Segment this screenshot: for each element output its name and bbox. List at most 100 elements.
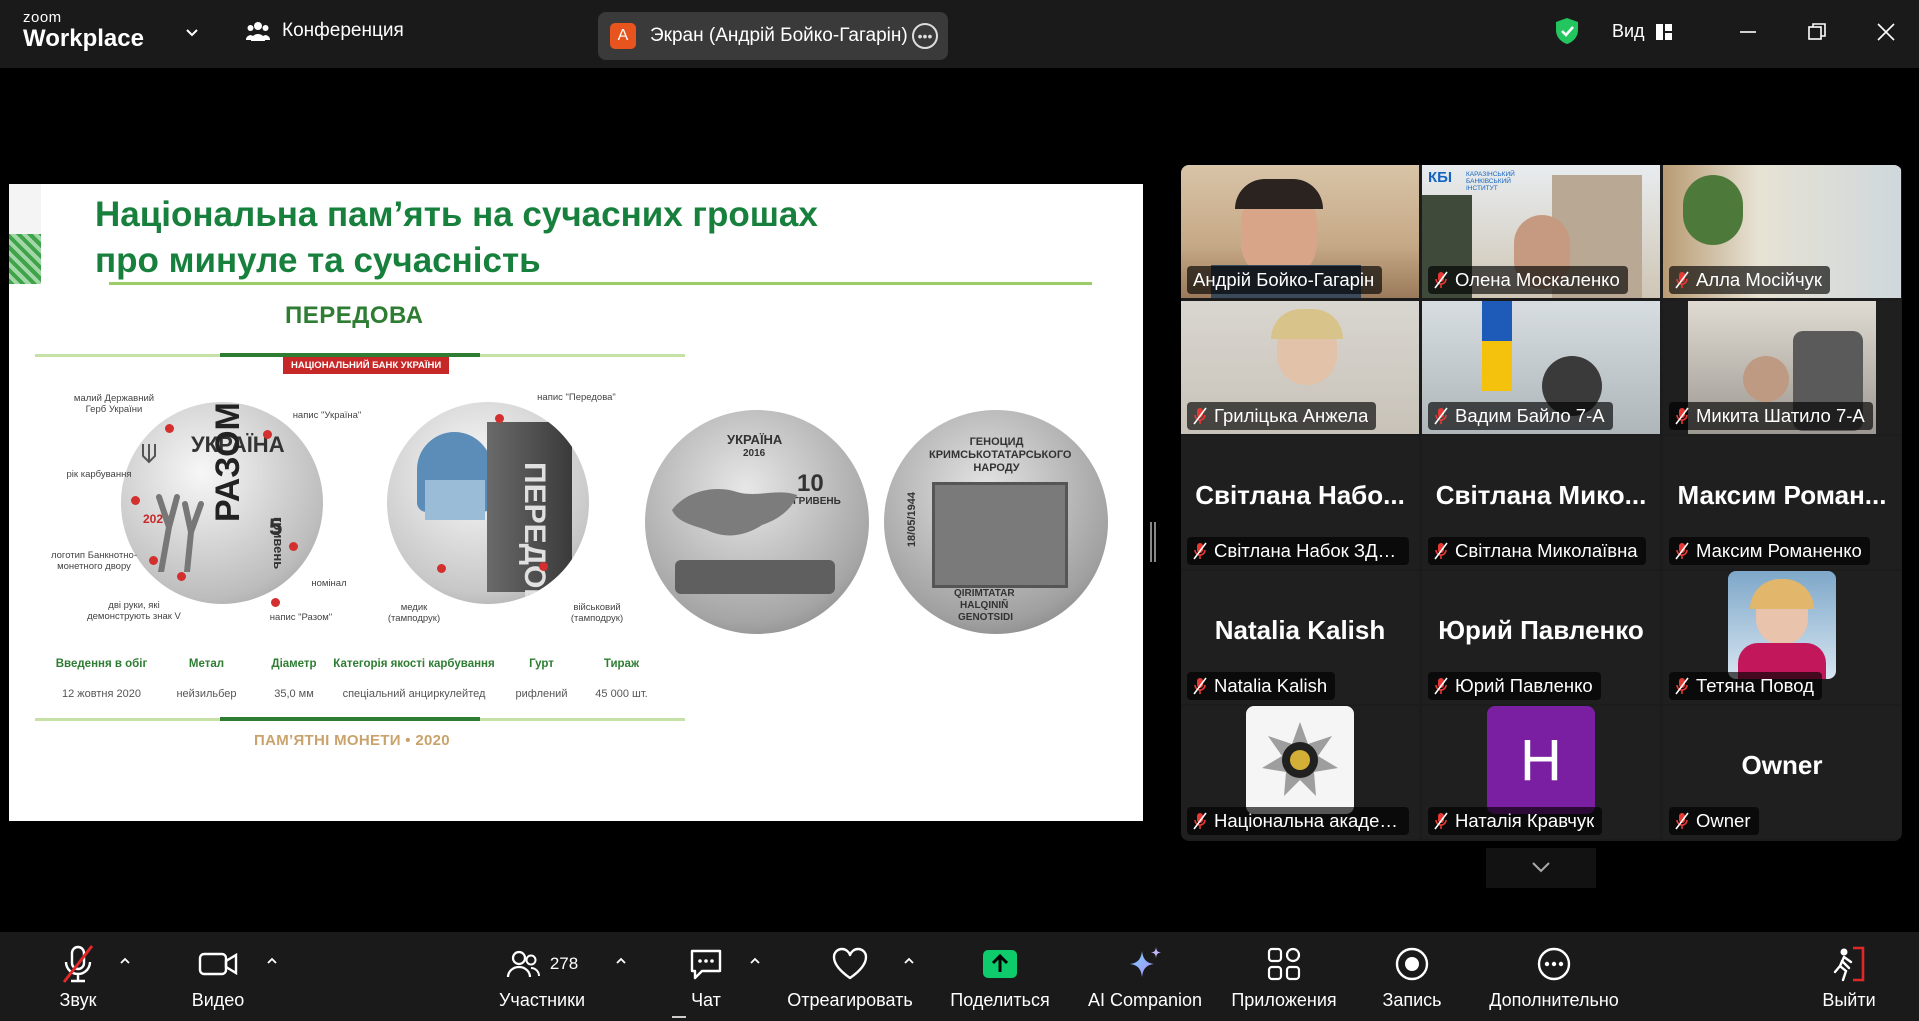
deportation-relief — [932, 482, 1068, 588]
audio-button[interactable]: Звук — [52, 944, 104, 1011]
title-divider — [109, 282, 1092, 285]
ai-companion-button[interactable]: AI Companion — [1085, 944, 1205, 1011]
annotation-dot — [289, 542, 298, 551]
share-screen-button[interactable]: Поделиться — [948, 944, 1052, 1011]
coin-text: QIRIMTATAR — [954, 588, 1015, 599]
participant-tile[interactable]: Natalia Kalish Natalia Kalish — [1181, 571, 1419, 704]
chat-label: Чат — [691, 990, 721, 1010]
gallery-scroll-down-button[interactable] — [1486, 848, 1596, 888]
participant-big-name: Світлана Мико... — [1435, 480, 1647, 510]
participant-tile[interactable]: Світлана Мико... Світлана Миколаївна — [1422, 436, 1660, 569]
react-button[interactable]: Отреагировать — [785, 944, 915, 1011]
coin-text: 2016 — [743, 448, 766, 459]
participant-name: Natalia Kalish — [1214, 675, 1328, 696]
annotation-razom: напис "Разом" — [269, 612, 333, 623]
security-shield-icon[interactable] — [1552, 16, 1582, 46]
divider-line — [35, 354, 220, 357]
view-button[interactable]: Вид — [1612, 21, 1673, 42]
participant-big-name: Світлана Набо... — [1195, 480, 1405, 510]
coin-text: ГЕНОЦИД КРИМСЬКОТАТАРСЬКОГО НАРОДУ — [929, 436, 1072, 474]
record-button[interactable]: Запись — [1378, 944, 1446, 1011]
annotation-ukraine: напис "Україна" — [292, 410, 362, 421]
annotation-dot — [495, 414, 504, 423]
trident-icon — [142, 444, 156, 464]
close-icon[interactable] — [1872, 18, 1900, 46]
annotation-dot — [177, 572, 186, 581]
participant-name-label: Owner — [1669, 807, 1759, 835]
participant-tile[interactable]: H Наталія Кравчук — [1422, 706, 1660, 839]
slide-title-line2: про минуле та сучасність — [95, 241, 541, 280]
audio-options-caret-icon[interactable] — [118, 954, 132, 968]
participant-name-label: Максим Романенко — [1669, 537, 1870, 565]
participant-name: Вадим Байло 7-А — [1455, 405, 1605, 426]
apps-button[interactable]: Приложения — [1228, 944, 1340, 1011]
react-label: Отреагировать — [787, 990, 913, 1010]
participant-tile[interactable]: Owner Owner — [1663, 706, 1901, 839]
participant-tile[interactable]: Алла Мосійчук — [1663, 165, 1901, 298]
participant-tile[interactable]: Тетяна Повод — [1663, 571, 1901, 704]
chevron-down-icon[interactable] — [184, 24, 200, 40]
muted-mic-icon — [1434, 271, 1448, 289]
participant-tile[interactable]: Микита Шатило 7-А — [1663, 301, 1901, 434]
participant-tile[interactable]: Гриліцька Анжела — [1181, 301, 1419, 434]
participant-tile[interactable]: Максим Роман... Максим Романенко — [1663, 436, 1901, 569]
video-options-caret-icon[interactable] — [265, 954, 279, 968]
participant-big-name: Максим Роман... — [1677, 480, 1887, 510]
participant-tile[interactable]: Андрій Бойко-Гагарін — [1181, 165, 1419, 298]
zoom-workplace-logo[interactable]: zoom Workplace — [23, 10, 144, 51]
spec-value: нейзильбер — [176, 688, 237, 700]
annotation-dot — [165, 424, 174, 433]
coin-text: УКРАЇНА — [727, 432, 783, 447]
minimize-icon[interactable] — [1734, 18, 1762, 46]
participant-name-label: Natalia Kalish — [1187, 672, 1336, 700]
screen-share-tab[interactable]: A Экран (Андрій Бойко-Гагарін) ••• — [598, 12, 948, 60]
participant-tile[interactable]: Національна академі... — [1181, 706, 1419, 839]
participants-button[interactable]: 278 Участники — [492, 944, 592, 1011]
participant-big-name: Natalia Kalish — [1214, 615, 1386, 645]
participants-count: 278 — [549, 954, 579, 973]
muted-mic-icon — [1675, 407, 1689, 425]
view-label: Вид — [1612, 21, 1645, 41]
chat-focus-indicator — [672, 1016, 686, 1018]
resize-handle[interactable] — [1150, 522, 1156, 562]
slide-decor-pattern — [9, 234, 41, 284]
participant-name-label: Наталія Кравчук — [1428, 807, 1603, 835]
restore-icon[interactable] — [1803, 18, 1831, 46]
meeting-info-button[interactable]: Конференция — [246, 20, 404, 42]
participant-tile[interactable]: Світлана Набо... Світлана Набок ЗДО ... — [1181, 436, 1419, 569]
participant-tile[interactable]: КБІ КАРАЗІНСЬКИЙ БАНКІВСЬКИЙ ІНСТИТУТ Ол… — [1422, 165, 1660, 298]
chat-options-caret-icon[interactable] — [748, 954, 762, 968]
more-options-icon[interactable]: ••• — [912, 23, 938, 49]
leave-button[interactable]: Выйти — [1818, 944, 1880, 1011]
video-button[interactable]: Видео — [183, 944, 253, 1011]
participant-avatar-photo — [1728, 571, 1836, 679]
annotation-hands: дві руки, які демонструють знак V — [87, 600, 181, 622]
spec-header: Категорія якості карбування — [333, 658, 495, 670]
video-label: Видео — [191, 990, 245, 1010]
audio-label: Звук — [59, 990, 97, 1010]
shared-screen-slide: Національна пам’ять на сучасних грошах п… — [9, 184, 1143, 821]
participants-group-icon — [246, 22, 270, 41]
participant-tile[interactable]: Юрий Павленко Юрий Павленко — [1422, 571, 1660, 704]
participants-options-caret-icon[interactable] — [614, 954, 628, 968]
annotation-medic: медик (тамподрук) — [387, 602, 441, 624]
coin-razom: УКРАЇНА РАЗОМ 5 2020 гривень — [121, 402, 323, 604]
crimea-map-icon — [672, 489, 797, 536]
chat-button[interactable]: Чат — [686, 944, 726, 1011]
spec-value: 35,0 мм — [274, 688, 314, 700]
participant-name: Світлана Миколаївна — [1455, 540, 1638, 561]
logo-small-text: zoom — [23, 9, 62, 26]
title-bar: zoom Workplace Конференция A Экран (Андр… — [0, 0, 1919, 68]
participant-name-label: Тетяна Повод — [1669, 672, 1822, 700]
participant-initial-avatar: H — [1487, 706, 1595, 814]
coin-crimea: УКРАЇНА 2016 10 ГРИВЕНЬ — [645, 410, 869, 634]
annotation-dot — [149, 556, 158, 565]
apps-label: Приложения — [1231, 990, 1337, 1010]
more-button[interactable]: Дополнительно — [1482, 944, 1626, 1011]
hands-v-sign-icon — [156, 494, 204, 572]
divider-line — [480, 354, 685, 357]
participant-name: Світлана Набок ЗДО ... — [1214, 540, 1401, 561]
participant-tile[interactable]: Вадим Байло 7-А — [1422, 301, 1660, 434]
react-options-caret-icon[interactable] — [902, 954, 916, 968]
annotation-year: рік карбування — [66, 469, 132, 480]
